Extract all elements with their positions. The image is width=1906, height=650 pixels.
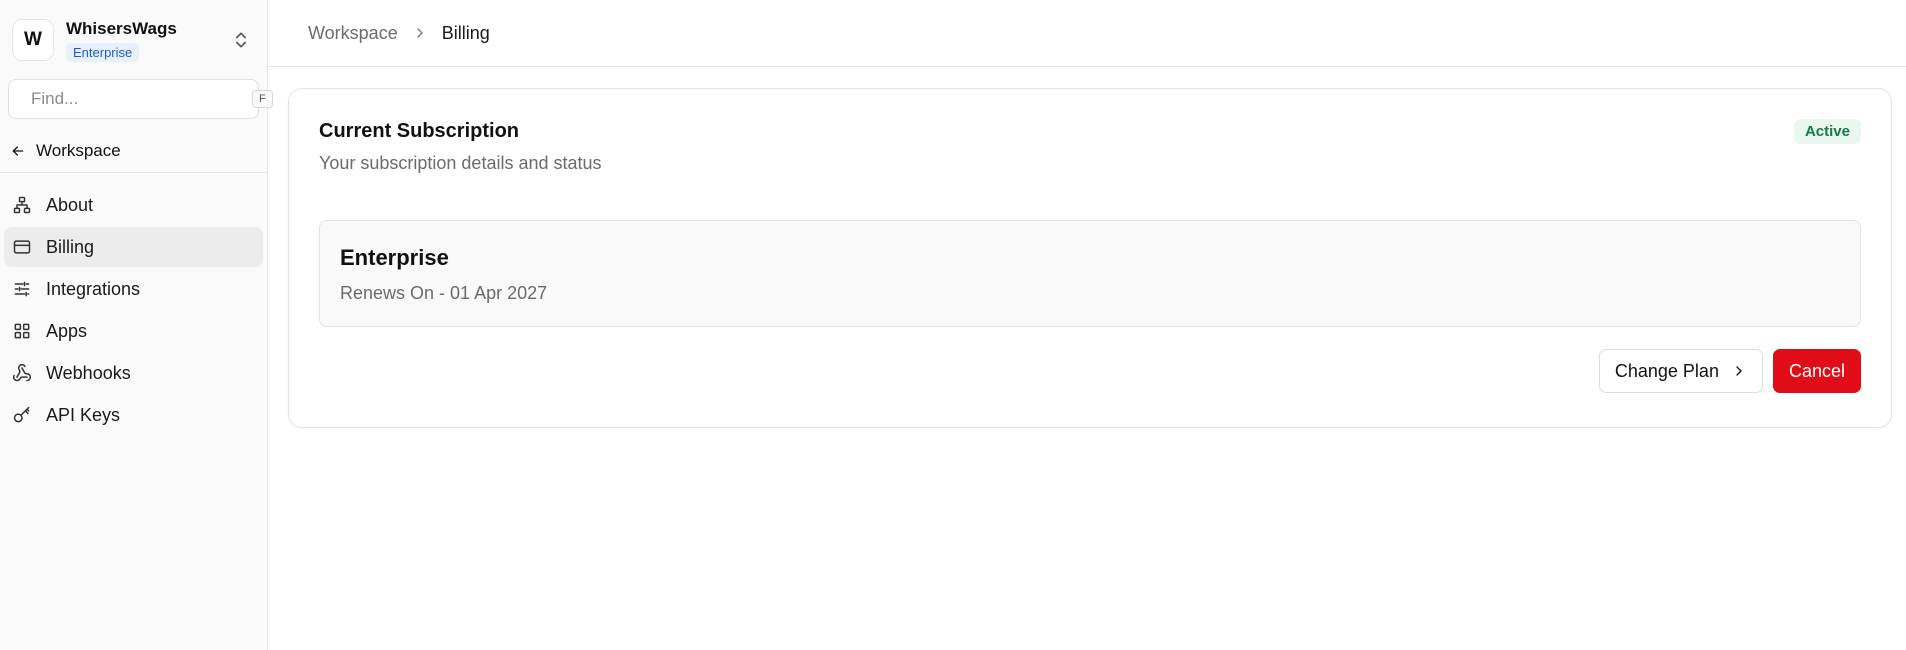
cancel-button[interactable]: Cancel (1772, 349, 1861, 393)
card-title: Current Subscription (319, 120, 520, 142)
grid-icon (14, 323, 30, 339)
main-content: Workspace Billing Current Subscription Y… (268, 0, 1906, 650)
key-icon (13, 406, 30, 423)
sidebar-item-integrations[interactable]: Integrations (4, 269, 263, 309)
change-plan-label: Change Plan (1614, 360, 1719, 381)
sidebar-item-label: Apps (46, 320, 88, 341)
webhook-icon (12, 363, 31, 382)
org-info: WhisersWags Enterprise (66, 19, 231, 62)
card-subtitle: Your subscription details and status (319, 153, 602, 173)
org-switcher[interactable]: W WhisersWags Enterprise (0, 0, 267, 62)
chevron-right-icon (417, 28, 423, 38)
status-badge: Active (1793, 119, 1861, 144)
org-name: WhisersWags (66, 18, 177, 38)
org-plan-badge: Enterprise (66, 42, 140, 62)
sidebar-item-billing[interactable]: Billing (4, 227, 263, 267)
sliders-icon (14, 281, 30, 297)
org-avatar: W (12, 19, 54, 61)
card-header: Current Subscription Your subscription d… (319, 119, 1861, 174)
sidebar-item-about[interactable]: About (4, 185, 263, 225)
sidebar-item-webhooks[interactable]: Webhooks (4, 353, 263, 393)
plan-name: Enterprise (340, 245, 449, 270)
sidebar-item-label: Webhooks (46, 362, 131, 383)
back-label: Workspace (36, 140, 121, 160)
breadcrumb: Workspace Billing (268, 0, 1906, 67)
sidebar-item-apps[interactable]: Apps (4, 311, 263, 351)
card-actions: Change Plan Cancel (319, 349, 1861, 393)
plan-renewal-date: Renews On - 01 Apr 2027 (340, 283, 548, 303)
sidebar-item-api-keys[interactable]: API Keys (4, 395, 263, 435)
back-to-workspace[interactable]: Workspace (0, 129, 267, 173)
sidebar-nav: About Billing Integrations Apps Webhooks… (0, 173, 267, 437)
sitemap-icon (13, 196, 31, 214)
sidebar-item-label: API Keys (46, 404, 121, 425)
arrow-left-icon (12, 145, 24, 156)
chevrons-up-down-icon[interactable] (231, 30, 251, 50)
sidebar-item-label: About (46, 194, 94, 215)
credit-card-icon (13, 240, 31, 254)
search-box[interactable]: F (8, 79, 273, 119)
sidebar: W WhisersWags Enterprise F Workspace Abo… (0, 0, 273, 650)
plan-box: Enterprise Renews On - 01 Apr 2027 (319, 220, 1861, 327)
breadcrumb-parent[interactable]: Workspace (308, 23, 398, 44)
change-plan-button[interactable]: Change Plan (1598, 349, 1763, 393)
search-input[interactable] (31, 89, 252, 109)
subscription-card: Current Subscription Your subscription d… (288, 88, 1892, 428)
chevron-right-icon (1736, 366, 1742, 376)
sidebar-item-label: Integrations (46, 278, 141, 299)
breadcrumb-current: Billing (441, 22, 490, 43)
sidebar-item-label: Billing (46, 236, 95, 257)
